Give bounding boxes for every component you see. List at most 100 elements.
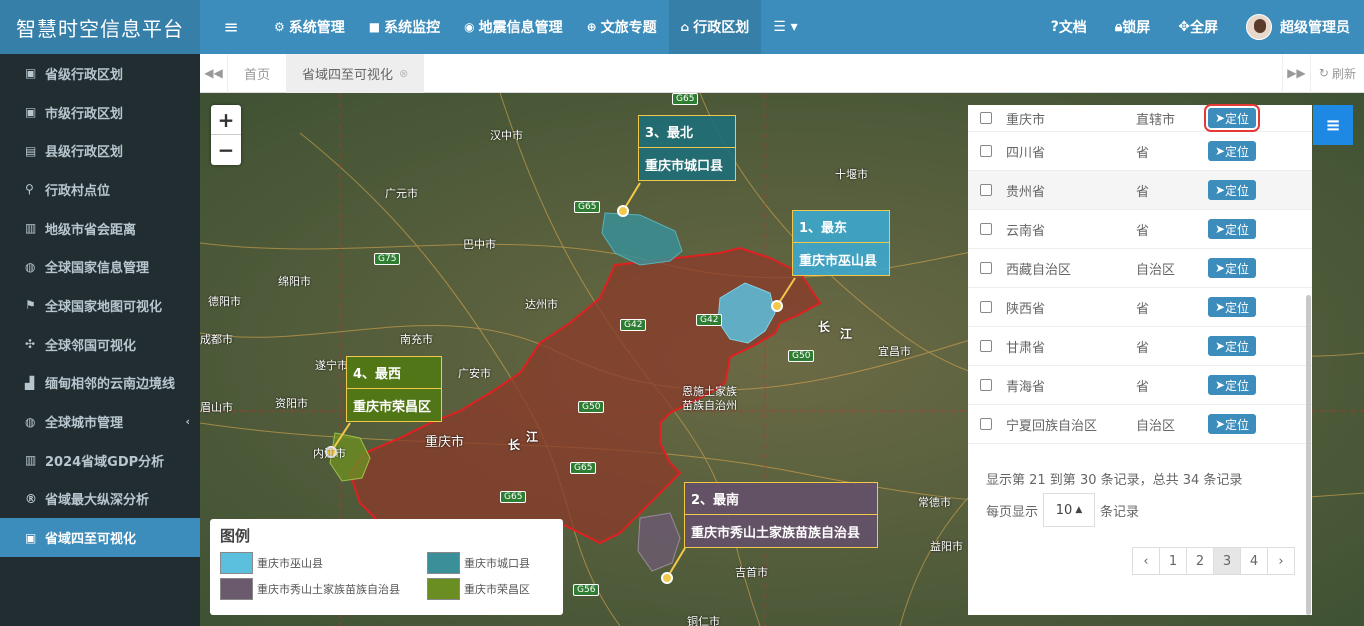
cell-type: 省 <box>1136 184 1150 200</box>
globe-icon: ◍ <box>25 414 36 429</box>
map-label: 遂宁市 <box>315 359 348 372</box>
map-label: 宜昌市 <box>878 345 911 358</box>
page-prev-button[interactable]: ‹ <box>1132 547 1160 575</box>
sidebar-item-four-extremes[interactable]: ▣ 省域四至可视化 <box>0 518 200 557</box>
page-button[interactable]: 4 <box>1240 547 1268 575</box>
sidebar-item-depth[interactable]: ® 省域最大纵深分析 <box>0 480 200 519</box>
table-row: 重庆市 直辖市 ➤ 定位 <box>968 104 1312 132</box>
locate-button[interactable]: ➤ 定位 <box>1208 180 1256 200</box>
topnav-admin-division[interactable]: ⌂ 行政区划 <box>668 0 762 54</box>
panel-scrollbar[interactable] <box>1306 295 1311 615</box>
page-size-prefix: 每页显示 <box>986 504 1039 520</box>
user-menu[interactable]: 超级管理员 <box>1232 0 1364 54</box>
row-checkbox[interactable] <box>980 184 992 196</box>
pagination-info: 显示第 21 到第 30 条记录，总共 34 条记录 <box>986 473 1243 488</box>
sidebar-item-city[interactable]: ▣ 市级行政区划 <box>0 93 200 132</box>
question-icon: ? <box>1050 19 1059 35</box>
hamburger-icon[interactable]: ≡ <box>200 0 262 54</box>
tab-scroll-right-icon[interactable]: ▶▶ <box>1281 53 1310 93</box>
locate-label: 定位 <box>1225 144 1250 159</box>
map-label: 铜仁市 <box>687 615 720 626</box>
page-next-button[interactable]: › <box>1267 547 1295 575</box>
locate-button[interactable]: ➤ 定位 <box>1208 219 1256 239</box>
topnav-earthquake[interactable]: ◉ 地震信息管理 <box>452 0 574 54</box>
sidebar-item-gdp[interactable]: ▥ 2024省域GDP分析 <box>0 441 200 480</box>
locate-button[interactable]: ➤ 定位 <box>1208 297 1256 317</box>
map-label: 重庆市 <box>425 435 465 450</box>
pin-icon: ⚲ <box>25 182 34 197</box>
callout-title: 2、最南 <box>685 483 877 515</box>
sidebar-item-neighbors[interactable]: ✣ 全球邻国可视化 <box>0 325 200 364</box>
page-size-select[interactable]: 10 ▲ <box>1043 493 1096 527</box>
sidebar-item-county[interactable]: ▤ 县级行政区划 <box>0 131 200 170</box>
row-checkbox[interactable] <box>980 262 992 274</box>
cell-type: 省 <box>1136 223 1150 239</box>
row-checkbox[interactable] <box>980 379 992 391</box>
legend-item: 重庆市荣昌区 <box>427 578 557 600</box>
map-label: 眉山市 <box>200 401 233 414</box>
sidebar-item-village[interactable]: ⚲ 行政村点位 <box>0 170 200 209</box>
locate-button[interactable]: ➤ 定位 <box>1208 336 1256 356</box>
fullscreen-button[interactable]: ✥ 全屏 <box>1164 0 1232 54</box>
map-frame-icon: ▣ <box>25 66 37 81</box>
row-checkbox[interactable] <box>980 340 992 352</box>
tab-scroll-left-icon[interactable]: ◀◀ <box>200 53 228 93</box>
sidebar-item-province[interactable]: ▣ 省级行政区划 <box>0 54 200 93</box>
lock-screen-button[interactable]: 🔒︎ 锁屏 <box>1101 0 1164 54</box>
tab-home[interactable]: 首页 <box>228 54 286 93</box>
sidebar-item-label: 市级行政区划 <box>45 106 124 122</box>
sidebar-item-country-map[interactable]: ⚑ 全球国家地图可视化 <box>0 286 200 325</box>
cell-name: 西藏自治区 <box>1006 262 1072 278</box>
expand-icon: ✥ <box>1178 19 1190 35</box>
close-icon[interactable]: ⊗ <box>399 67 408 80</box>
page-button-active[interactable]: 3 <box>1213 547 1241 575</box>
locate-button[interactable]: ➤ 定位 <box>1208 141 1256 161</box>
row-checkbox[interactable] <box>980 301 992 313</box>
cell-name: 重庆市 <box>1006 112 1046 128</box>
topnav-tourism[interactable]: ⊕ 文旅专题 <box>575 0 669 54</box>
top-right-menu: ? 文档 🔒︎ 锁屏 ✥ 全屏 超级管理员 <box>1037 0 1364 54</box>
tab-four-extremes[interactable]: 省域四至可视化 ⊗ <box>286 53 425 93</box>
sidebar-item-city-manage[interactable]: ◍ 全球城市管理 ‹ <box>0 402 200 441</box>
app-logo[interactable]: 智慧时空信息平台 <box>0 0 200 54</box>
map-label: 益阳市 <box>930 540 963 553</box>
zoom-out-button[interactable]: − <box>211 135 241 165</box>
row-checkbox[interactable] <box>980 145 992 157</box>
road-shield: G50 <box>788 350 815 362</box>
locate-button[interactable]: ➤ 定位 <box>1204 104 1260 132</box>
locate-button[interactable]: ➤ 定位 <box>1208 414 1256 434</box>
lock-icon: 🔒︎ <box>1114 19 1123 35</box>
topnav-system-monitor[interactable]: ■ 系统监控 <box>357 0 452 54</box>
topnav-more[interactable]: ☰ ▾ <box>761 0 809 54</box>
row-checkbox[interactable] <box>980 223 992 235</box>
topnav-system-manage[interactable]: ⚙ 系统管理 <box>262 0 357 54</box>
page-button[interactable]: 2 <box>1186 547 1214 575</box>
table-row: 陕西省 省 ➤ 定位 <box>968 288 1312 327</box>
row-checkbox[interactable] <box>980 418 992 430</box>
page-button[interactable]: 1 <box>1159 547 1187 575</box>
cell-type: 自治区 <box>1136 418 1176 434</box>
map-label: 南充市 <box>400 333 433 346</box>
row-checkbox[interactable] <box>980 112 992 124</box>
map-label: 资阳市 <box>275 397 308 410</box>
locate-label: 定位 <box>1225 300 1250 315</box>
cell-name: 甘肃省 <box>1006 340 1046 356</box>
refresh-button[interactable]: ↻ 刷新 <box>1309 53 1364 93</box>
map-label: 绵阳市 <box>278 275 311 288</box>
legend-swatch <box>427 552 460 574</box>
sidebar-item-country-info[interactable]: ◍ 全球国家信息管理 <box>0 247 200 286</box>
road-shield: G50 <box>578 401 605 413</box>
docs-link[interactable]: ? 文档 <box>1037 0 1101 54</box>
callout-south: 2、最南 重庆市秀山土家族苗族自治县 <box>684 482 878 548</box>
zoom-in-button[interactable]: + <box>211 105 241 135</box>
tabs-right: ▶▶ ↻ 刷新 <box>1281 53 1364 93</box>
callout-west: 4、最西 重庆市荣昌区 <box>346 356 442 422</box>
sidebar-item-distance[interactable]: ▥ 地级市省会距离 <box>0 209 200 248</box>
legend-item: 重庆市城口县 <box>427 552 557 574</box>
map-view[interactable]: 汉中市 广元市 巴中市 达州市 南充市 成都市 遂宁市 广安市 德阳市 绵阳市 … <box>200 93 1364 626</box>
sidebar-item-border[interactable]: ▟ 缅甸相邻的云南边境线 <box>0 364 200 403</box>
locate-button[interactable]: ➤ 定位 <box>1208 375 1256 395</box>
sidebar-item-label: 县级行政区划 <box>45 145 124 161</box>
locate-button[interactable]: ➤ 定位 <box>1208 258 1256 278</box>
panel-toggle-hamburger-icon[interactable]: ≡ <box>1313 105 1353 145</box>
